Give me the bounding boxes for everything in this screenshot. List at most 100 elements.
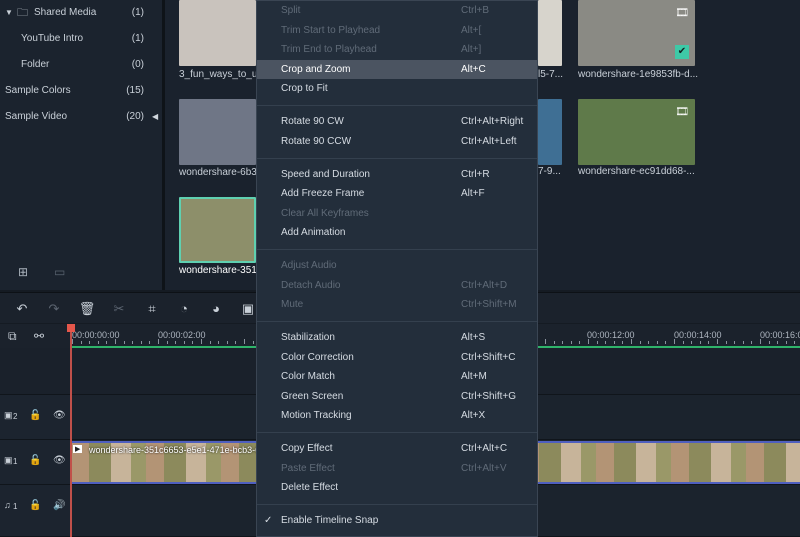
media-label: l5-7... [538,69,564,80]
menu-item-label: Clear All Keyframes [281,207,369,219]
media-thumbnail[interactable] [179,197,256,263]
ruler-tick [97,341,99,344]
menu-item-crop-to-fit[interactable]: Crop to Fit [257,79,537,99]
library-item-label: YouTube Intro [21,33,84,44]
ruler-tick [226,341,228,344]
library-item[interactable]: Folder (0) [0,55,150,75]
speed-icon[interactable]: ◔ [175,300,193,318]
new-folder-icon[interactable]: ⊞ [18,265,28,279]
menu-item-rotate-90-cw[interactable]: Rotate 90 CW Ctrl+Alt+Right [257,112,537,132]
media-label: wondershare-1e9853fb-d... [578,69,699,80]
ruler-tick [605,341,607,344]
menu-item-clear-all-keyframes: Clear All Keyframes [257,204,537,224]
menu-item-label: Enable Timeline Snap [281,515,379,526]
library-item-count: (15) [126,85,144,96]
ruler-tick [140,341,142,344]
link-icon[interactable]: ⚯ [34,329,44,343]
video-type-icon: 🎞 [675,106,689,118]
menu-item-shortcut: Ctrl+Shift+M [461,299,517,310]
menu-item-speed-and-duration[interactable]: Speed and Duration Ctrl+R [257,165,537,185]
add-track-icon[interactable]: ⧉ [8,329,17,344]
ruler-tick [768,341,770,344]
media-thumbnail[interactable]: 🎞 ✔ [578,0,695,66]
track-header: ♫ 1 🔓 🔊 [0,485,70,536]
expand-arrow-icon[interactable]: ▼ [5,3,13,23]
collapse-panel-icon[interactable]: ◀ [152,112,158,121]
lock-icon[interactable]: 🔓 [29,455,41,466]
green-screen-icon[interactable]: ▣ [239,300,257,318]
media-thumbnail[interactable] [179,99,256,165]
playhead-handle[interactable] [67,324,75,332]
lock-icon[interactable]: 🔓 [29,500,41,511]
ruler-tick [777,341,779,344]
menu-item-label: Delete Effect [281,482,339,493]
delete-folder-icon[interactable]: ▭ [54,265,65,279]
menu-item-label: Color Match [281,371,335,382]
ruler-tick [80,341,82,344]
library-item-count: (1) [131,7,144,18]
library-item-count: (0) [131,59,144,70]
menu-item-stabilization[interactable]: Stabilization Alt+S [257,328,537,348]
menu-item-label: Detach Audio [281,279,341,291]
ruler-tick [183,341,185,344]
menu-item-color-correction[interactable]: Color Correction Ctrl+Shift+C [257,348,537,368]
eye-icon[interactable]: 👁 [53,455,66,466]
menu-item-crop-and-zoom[interactable]: Crop and Zoom Alt+C [257,59,537,79]
menu-item-trim-end-to-playhead: Trim End to Playhead Alt+] [257,40,537,60]
library-item[interactable]: ▼ 🗀 Shared Media (1) [0,3,150,23]
check-icon: ✓ [264,515,273,526]
media-thumbnail[interactable] [179,0,256,66]
menu-item-add-freeze-frame[interactable]: Add Freeze Frame Alt+F [257,184,537,204]
menu-item-label: Add Freeze Frame [281,188,365,199]
crop-icon[interactable]: ⌗ [143,300,161,318]
library-item-count: (1) [131,33,144,44]
ruler-tick [613,341,615,344]
ruler-tick [742,341,744,344]
ruler-tick [717,339,718,344]
library-item-count: (20) [126,111,144,122]
library-item-label: Folder [21,59,50,70]
ruler-tick [89,341,91,344]
library-item[interactable]: Sample Video (20) [0,107,150,127]
menu-item-add-animation[interactable]: Add Animation [257,223,537,243]
ruler-tick [244,339,245,344]
menu-separator [257,504,537,505]
eye-icon[interactable]: 👁 [53,410,66,421]
ruler-time-label: 00:00:02:00 [158,330,206,340]
undo-icon[interactable]: ↶ [13,300,31,318]
ruler-tick [72,339,73,344]
delete-icon[interactable]: 🗑 [78,300,96,318]
ruler-tick [132,341,134,344]
menu-item-delete-effect[interactable]: Delete Effect [257,478,537,498]
ruler-tick [175,341,177,344]
menu-item-paste-effect: Paste Effect Ctrl+Alt+V [257,459,537,479]
menu-item-enable-timeline-snap[interactable]: ✓ Enable Timeline Snap [257,511,537,531]
volume-icon[interactable]: 🔊 [53,500,65,511]
menu-item-shortcut: Ctrl+Alt+Left [461,135,517,147]
menu-item-label: Copy Effect [281,443,333,454]
menu-item-color-match[interactable]: Color Match Alt+M [257,367,537,387]
library-item[interactable]: YouTube Intro (1) [0,29,150,49]
media-thumbnail[interactable]: 🎞 [578,99,695,165]
ruler-tick [656,341,658,344]
ruler-tick [639,341,641,344]
ruler-tick [123,341,125,344]
media-thumbnail[interactable] [538,0,562,66]
lock-icon[interactable]: 🔓 [29,410,41,421]
menu-item-green-screen[interactable]: Green Screen Ctrl+Shift+G [257,387,537,407]
cut-icon[interactable]: ✂ [110,300,128,318]
menu-item-motion-tracking[interactable]: Motion Tracking Alt+X [257,406,537,426]
ruler-tick [235,341,237,344]
library-item[interactable]: Sample Colors (15) [0,81,150,101]
menu-item-rotate-90-ccw[interactable]: Rotate 90 CCW Ctrl+Alt+Left [257,132,537,152]
ruler-tick [252,341,254,344]
playhead[interactable] [70,324,72,537]
context-menu: Split Ctrl+B Trim Start to Playhead Alt+[Tr… [256,0,538,537]
redo-icon[interactable]: ↷ [45,300,63,318]
menu-item-label: Rotate 90 CCW [281,135,352,147]
color-icon[interactable]: ◕ [207,300,225,318]
media-thumbnail[interactable] [538,99,562,165]
menu-item-label: Split [281,5,301,16]
menu-item-label: Mute [281,299,304,310]
menu-item-copy-effect[interactable]: Copy Effect Ctrl+Alt+C [257,439,537,459]
